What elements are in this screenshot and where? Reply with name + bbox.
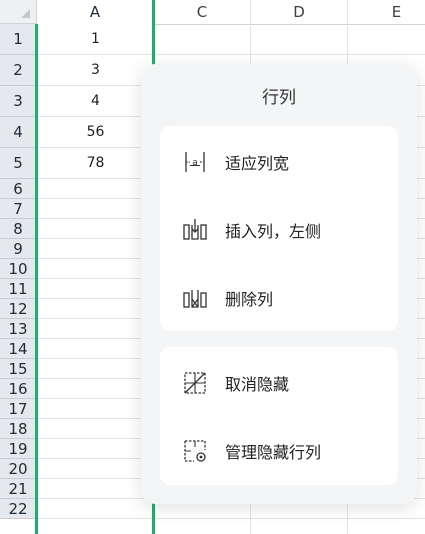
- row-header-5[interactable]: 5: [0, 148, 37, 179]
- delete-column-icon: [183, 290, 207, 308]
- cell-a5[interactable]: 78: [37, 148, 154, 179]
- unhide-icon: [184, 372, 206, 394]
- spreadsheet: A C D E 1 2 3 4 5 6 7 8 9 10 11 12 13 14…: [0, 0, 425, 534]
- row-header-13[interactable]: 13: [0, 319, 37, 339]
- menu-group-hidden: 取消隐藏 管理隐藏行列: [160, 347, 398, 485]
- row-header-6[interactable]: 6: [0, 179, 37, 199]
- menu-item-label: 取消隐藏: [225, 375, 290, 394]
- menu-group-column-actions: a 适应列宽 插入列，左侧 删除列: [160, 126, 398, 331]
- menu-title: 行列: [262, 88, 296, 108]
- row-header-4[interactable]: 4: [0, 117, 37, 148]
- row-header-17[interactable]: 17: [0, 399, 37, 419]
- cell-a1[interactable]: 1: [37, 24, 154, 55]
- row-header-14[interactable]: 14: [0, 339, 37, 359]
- row-divider: [37, 518, 425, 519]
- cell-a3[interactable]: 4: [37, 86, 154, 117]
- cell-a2[interactable]: 3: [37, 55, 154, 86]
- row-header-bar: 1 2 3 4 5 6 7 8 9 10 11 12 13 14 15 16 1…: [0, 24, 37, 534]
- row-header-7[interactable]: 7: [0, 199, 37, 219]
- svg-text:a: a: [192, 158, 198, 168]
- column-header-d[interactable]: D: [251, 0, 348, 24]
- row-column-menu: 行列 a 适应列宽 插入列，左侧 删除列 取消隐藏 管理隐藏行列: [141, 64, 417, 504]
- row-header-11[interactable]: 11: [0, 279, 37, 299]
- row-header-12[interactable]: 12: [0, 299, 37, 319]
- row-header-22[interactable]: 22: [0, 499, 37, 519]
- column-header-a[interactable]: A: [37, 0, 154, 24]
- column-selection-left-border: [35, 24, 38, 534]
- menu-item-label: 插入列，左侧: [225, 222, 322, 241]
- select-all-triangle-icon: [21, 9, 30, 18]
- insert-column-left-icon: [183, 219, 207, 240]
- column-header-e[interactable]: E: [348, 0, 425, 24]
- menu-item-fit-column-width[interactable]: a 适应列宽: [160, 136, 398, 186]
- fit-column-width-icon: a: [185, 152, 205, 172]
- row-header-15[interactable]: 15: [0, 359, 37, 379]
- row-header-2[interactable]: 2: [0, 55, 37, 86]
- row-header-16[interactable]: 16: [0, 379, 37, 399]
- row-header-20[interactable]: 20: [0, 459, 37, 479]
- row-header-10[interactable]: 10: [0, 259, 37, 279]
- menu-item-insert-column-left[interactable]: 插入列，左侧: [160, 204, 398, 254]
- menu-item-manage-hidden[interactable]: 管理隐藏行列: [160, 425, 398, 475]
- menu-item-label: 管理隐藏行列: [225, 443, 322, 462]
- menu-item-label: 适应列宽: [225, 154, 290, 173]
- menu-item-label: 删除列: [225, 290, 274, 309]
- row-header-9[interactable]: 9: [0, 239, 37, 259]
- row-header-1[interactable]: 1: [0, 24, 37, 55]
- menu-item-delete-column[interactable]: 删除列: [160, 272, 398, 322]
- manage-hidden-icon: [184, 440, 206, 462]
- select-all-corner[interactable]: [0, 0, 37, 24]
- row-header-8[interactable]: 8: [0, 219, 37, 239]
- row-header-19[interactable]: 19: [0, 439, 37, 459]
- column-header-bar: A C D E: [37, 0, 425, 25]
- row-header-21[interactable]: 21: [0, 479, 37, 499]
- cell-a4[interactable]: 56: [37, 117, 154, 148]
- column-header-c[interactable]: C: [154, 0, 251, 24]
- row-header-18[interactable]: 18: [0, 419, 37, 439]
- menu-item-unhide[interactable]: 取消隐藏: [160, 357, 398, 407]
- row-header-3[interactable]: 3: [0, 86, 37, 117]
